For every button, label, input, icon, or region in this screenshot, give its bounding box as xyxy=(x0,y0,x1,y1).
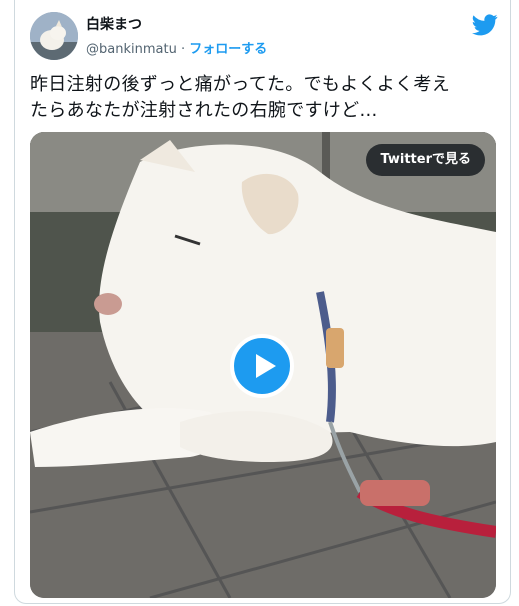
tweet-text-line-2: たらあなたが注射されたの右腕ですけど… xyxy=(30,100,378,121)
video-player[interactable]: Twitterで見る xyxy=(30,132,496,598)
meta-separator: · xyxy=(176,42,190,57)
display-name[interactable]: 白柴まつ xyxy=(86,14,142,34)
play-button[interactable] xyxy=(230,334,294,398)
tweet-meta: @bankinmatu · フォローする xyxy=(86,38,267,57)
handle[interactable]: @bankinmatu xyxy=(86,42,177,57)
twitter-bird-icon[interactable] xyxy=(472,14,498,36)
avatar-image xyxy=(30,12,78,60)
play-icon xyxy=(256,354,276,378)
tweet-text-line-1: 昨日注射の後ずっと痛がってた。でもよくよく考え xyxy=(30,74,450,95)
avatar[interactable] xyxy=(30,12,78,60)
tweet-text: 昨日注射の後ずっと痛がってた。でもよくよく考え たらあなたが注射されたの右腕です… xyxy=(30,72,500,124)
watch-on-twitter-button[interactable]: Twitterで見る xyxy=(366,144,485,176)
follow-link[interactable]: フォローする xyxy=(189,42,267,57)
